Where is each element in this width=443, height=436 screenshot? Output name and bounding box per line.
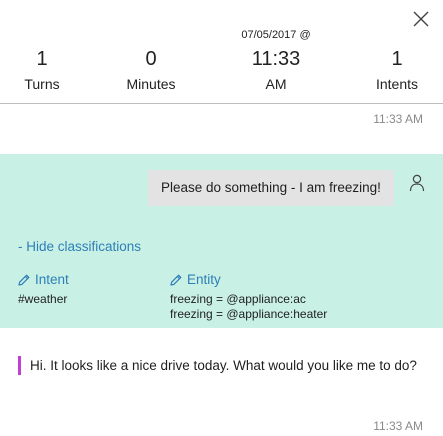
user-icon <box>409 174 425 192</box>
conversation-stats: 1 Turns 0 Minutes 07/05/2017 @ 11:33 AM … <box>0 0 443 104</box>
start-time: 11:33 <box>251 48 301 70</box>
bot-message-timestamp: 11:33 AM <box>373 419 423 433</box>
user-message-bubble: Please do something - I am freezing! <box>148 170 394 206</box>
minutes-label: Minutes <box>126 76 176 92</box>
intents-label: Intents <box>375 76 419 92</box>
user-message-timestamp: 11:33 AM <box>373 112 423 126</box>
user-message-section: Please do something - I am freezing! - H… <box>0 154 443 328</box>
start-time-period: AM <box>265 76 287 92</box>
stat-intents: 1 Intents <box>368 47 426 93</box>
hide-classifications-link[interactable]: - Hide classifications <box>18 239 141 254</box>
entity-header-label: Entity <box>187 272 221 287</box>
start-date: 07/05/2017 @ <box>241 29 311 41</box>
intent-value: #weather <box>18 292 68 306</box>
entity-value: freezing = @appliance:heater <box>170 307 328 321</box>
entity-edit-button[interactable]: Entity <box>169 272 221 287</box>
turns-label: Turns <box>24 76 60 92</box>
minutes-count: 0 <box>145 48 157 70</box>
pencil-icon <box>170 274 182 286</box>
conversation-panel: 1 Turns 0 Minutes 07/05/2017 @ 11:33 AM … <box>0 0 443 436</box>
intents-count: 1 <box>391 48 403 70</box>
pencil-icon <box>18 274 30 286</box>
intent-header-label: Intent <box>35 272 69 287</box>
stat-minutes: 0 Minutes <box>118 47 184 93</box>
turns-count: 1 <box>36 48 48 70</box>
intent-edit-button[interactable]: Intent <box>17 272 69 287</box>
stat-start-time: 07/05/2017 @ 11:33 AM <box>234 28 318 93</box>
stat-turns: 1 Turns <box>14 47 70 93</box>
bot-message: Hi. It looks like a nice drive today. Wh… <box>18 356 418 375</box>
entity-value: freezing = @appliance:ac <box>170 292 306 306</box>
